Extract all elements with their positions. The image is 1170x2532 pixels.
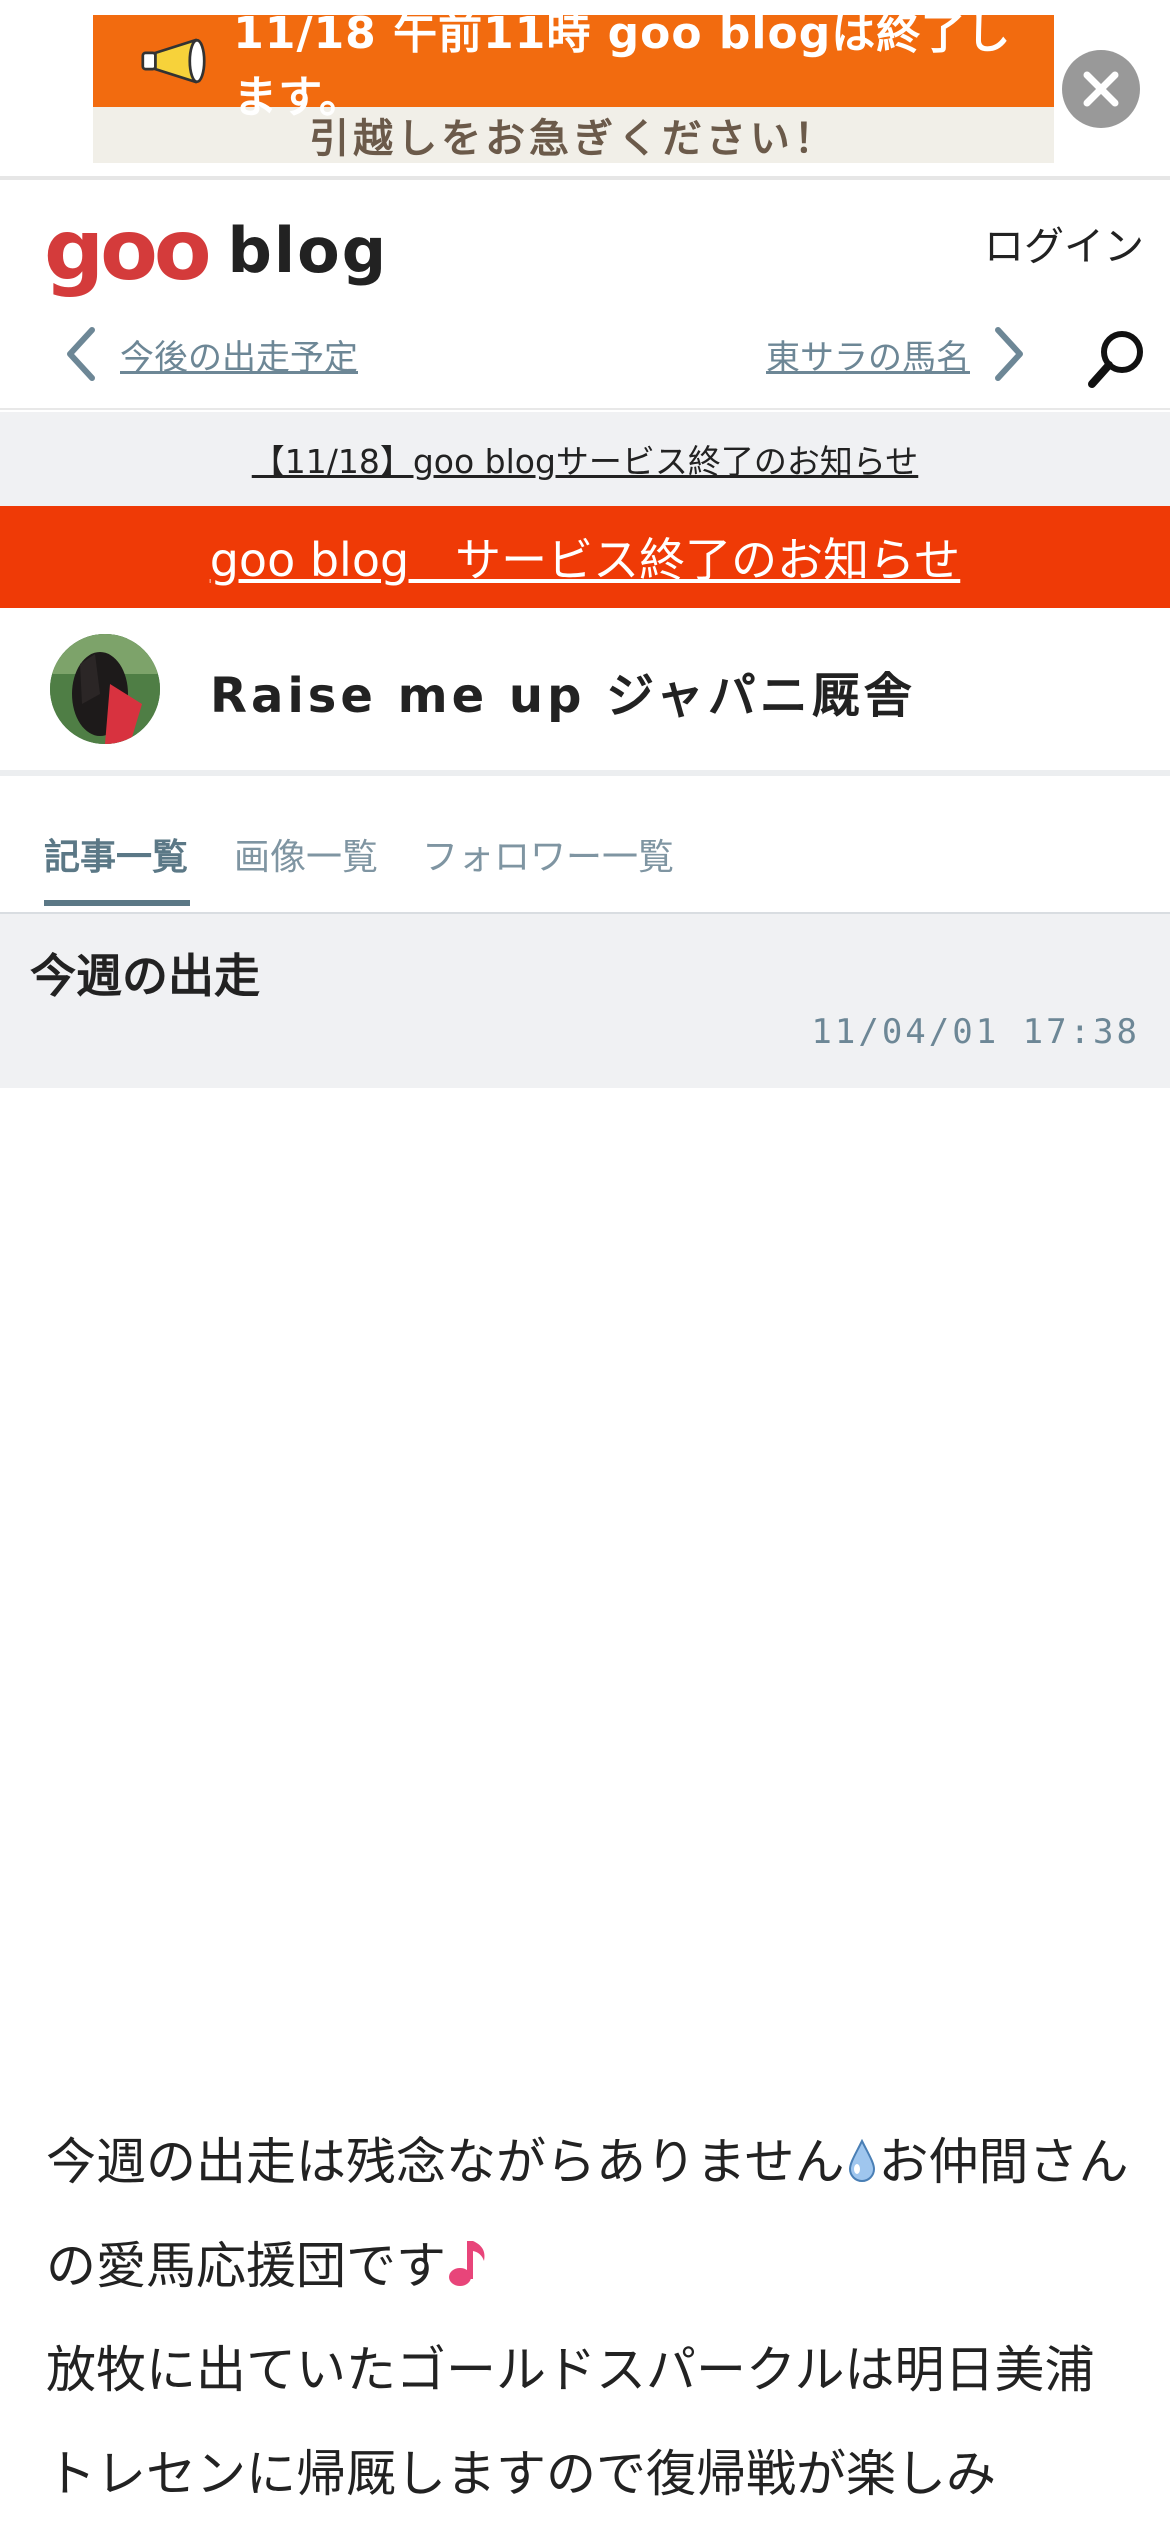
close-promo-button[interactable] — [1062, 50, 1140, 128]
service-end-notice-link[interactable]: 【11/18】goo blogサービス終了のお知らせ — [0, 412, 1170, 506]
promo-banner[interactable]: 11/18 午前11時 goo blogは終了します。 引越しをお急ぎください！ — [93, 8, 1054, 163]
search-icon[interactable] — [1084, 326, 1150, 392]
site-header: goo blog ログイン 今後の出走予定 東サラの馬名 — [0, 184, 1170, 410]
login-link[interactable]: ログイン — [984, 214, 1144, 272]
service-end-banner[interactable]: goo blog サービス終了のお知らせ — [0, 506, 1170, 608]
close-icon — [1083, 71, 1119, 107]
article-title: 今週の出走 — [30, 949, 260, 1003]
prev-article-label: 今後の出走予定 — [120, 337, 358, 378]
next-article-label: 東サラの馬名 — [766, 337, 970, 378]
tab-followers[interactable]: フォロワー一覧 — [422, 828, 674, 880]
water-drop-icon — [848, 2139, 875, 2182]
avatar-image — [50, 634, 160, 744]
logo-goo: goo — [44, 201, 212, 299]
article-text-1a: 今週の出走は残念ながらありません — [46, 2133, 845, 2191]
blog-tabs: 記事一覧 画像一覧 フォロワー一覧 — [0, 790, 1170, 914]
logo-blog: blog — [227, 213, 389, 287]
article-paragraph-1: 今週の出走は残念ながらありません お仲間さんの愛馬応援団です — [46, 2110, 1136, 2318]
article-date: 11/04/01 17:38 — [811, 1012, 1140, 1052]
avatar[interactable] — [50, 634, 160, 744]
chevron-left-icon — [67, 327, 95, 381]
next-article-link[interactable]: 東サラの馬名 — [766, 324, 1028, 384]
promo-banner-area: 11/18 午前11時 goo blogは終了します。 引越しをお急ぎください！ — [0, 0, 1170, 180]
music-note-icon — [449, 2241, 485, 2286]
goo-blog-logo[interactable]: goo blog — [44, 208, 388, 292]
promo-top: 11/18 午前11時 goo blogは終了します。 — [93, 8, 1054, 123]
blog-title-bar: Raise me up ジャパニ厩舎 — [0, 608, 1170, 776]
article-body: 今週の出走は残念ながらありません お仲間さんの愛馬応援団です 放牧に出ていたゴー… — [46, 2110, 1136, 2526]
tab-images[interactable]: 画像一覧 — [234, 828, 378, 880]
article-header: 今週の出走 11/04/01 17:38 — [0, 914, 1170, 1088]
tab-articles[interactable]: 記事一覧 — [44, 828, 188, 880]
megaphone-icon — [141, 38, 206, 84]
prev-article-link[interactable]: 今後の出走予定 — [62, 324, 358, 384]
active-tab-indicator — [44, 900, 190, 906]
article-paragraph-2: 放牧に出ていたゴールドスパークルは明日美浦トレセンに帰厩しますので復帰戦が楽しみ — [46, 2341, 1095, 2503]
chevron-right-icon — [995, 327, 1023, 381]
blog-name[interactable]: Raise me up ジャパニ厩舎 — [210, 656, 916, 726]
